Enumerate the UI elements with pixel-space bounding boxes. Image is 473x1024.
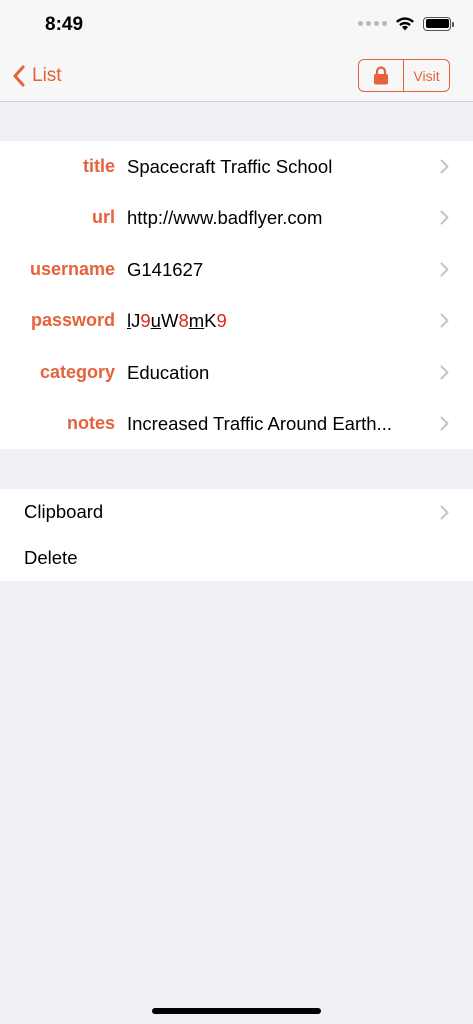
lock-icon (374, 66, 388, 85)
field-label: username (29, 259, 115, 279)
signal-dots-icon (358, 21, 387, 26)
field-row-category[interactable]: category Education (0, 347, 473, 398)
password-char: K (204, 309, 217, 331)
field-value: Increased Traffic Around Earth... (127, 412, 392, 434)
visit-button[interactable]: Visit (404, 60, 449, 91)
field-label: password (30, 310, 115, 330)
chevron-right-icon (440, 505, 449, 519)
home-indicator[interactable] (152, 1008, 321, 1014)
chevron-left-icon (13, 65, 25, 87)
field-row-notes[interactable]: notes Increased Traffic Around Earth... (0, 398, 473, 449)
action-label: Clipboard (24, 501, 104, 522)
navigation-bar: List Visit (0, 50, 473, 102)
field-label: title (82, 156, 115, 176)
back-button[interactable]: List (12, 62, 62, 90)
password-char: 9 (216, 309, 227, 331)
chevron-right-icon (440, 210, 449, 225)
field-value: http://www.badflyer.com (127, 206, 323, 228)
battery-icon (423, 16, 454, 31)
password-char: 9 (140, 309, 151, 331)
entry-fields-list: title Spacecraft Traffic School url http… (0, 141, 473, 449)
delete-action[interactable]: Delete (0, 535, 473, 581)
field-row-url[interactable]: url http://www.badflyer.com (0, 192, 473, 243)
lock-button[interactable] (359, 60, 404, 91)
chevron-right-icon (440, 313, 449, 328)
field-label: notes (66, 413, 115, 433)
wifi-icon (396, 17, 414, 31)
status-icons (358, 16, 454, 31)
chevron-right-icon (440, 365, 449, 380)
password-value: lJ9uW8mK9 (127, 310, 407, 332)
field-row-password[interactable]: password lJ9uW8mK9 (0, 295, 473, 346)
nav-segmented-buttons: Visit (358, 59, 450, 92)
password-char: W (160, 309, 179, 331)
field-row-username[interactable]: username G141627 (0, 244, 473, 295)
password-char: 8 (178, 309, 189, 331)
chevron-right-icon (440, 416, 449, 431)
chevron-right-icon (440, 159, 449, 174)
field-row-title[interactable]: title Spacecraft Traffic School (0, 141, 473, 192)
field-value: Education (127, 361, 210, 383)
field-value: Spacecraft Traffic School (127, 155, 333, 177)
back-button-label: List (32, 65, 62, 86)
clipboard-action[interactable]: Clipboard (0, 489, 473, 535)
password-char: J (131, 309, 141, 331)
password-char: u (150, 309, 161, 331)
chevron-right-icon (440, 262, 449, 277)
field-value: G141627 (127, 258, 204, 280)
action-label: Delete (24, 547, 78, 568)
actions-list: Clipboard Delete (0, 489, 473, 581)
field-label: category (39, 362, 115, 382)
status-time: 8:49 (45, 14, 84, 35)
password-char: m (188, 309, 205, 331)
field-label: url (91, 207, 115, 227)
status-bar: 8:49 (0, 0, 473, 50)
